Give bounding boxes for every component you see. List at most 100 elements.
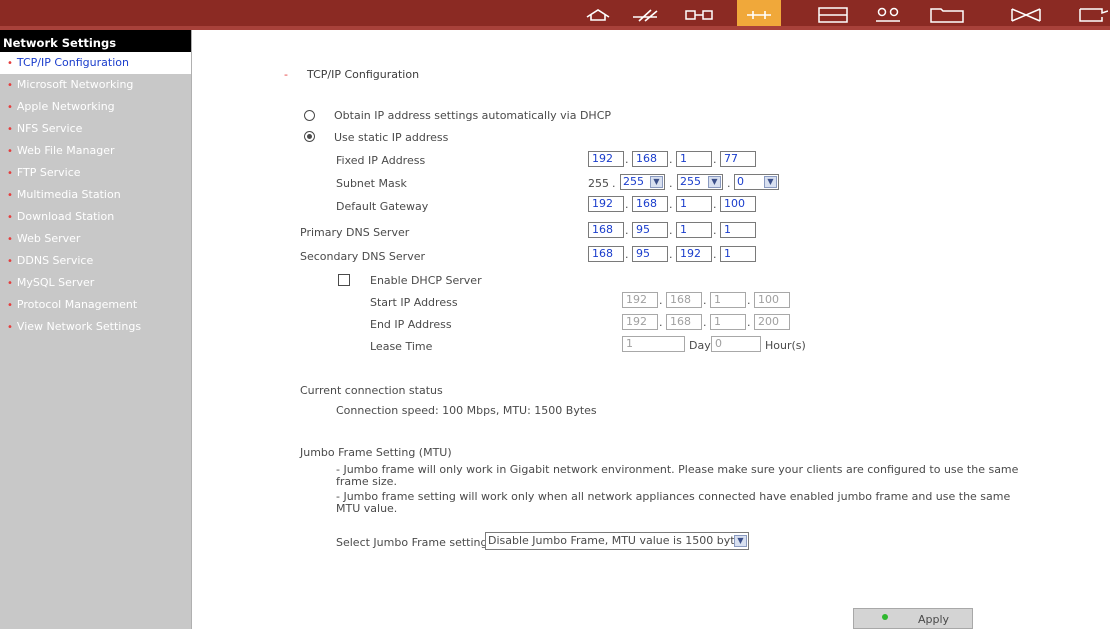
bullet-icon: •	[7, 212, 13, 223]
sidebar-item[interactable]: • Apple Networking	[0, 96, 191, 118]
end-ip-octet-input[interactable]: 1	[710, 314, 746, 330]
bullet-icon: •	[7, 234, 13, 245]
connection-status-title: Current connection status	[300, 384, 443, 397]
jumbo-select-label: Select Jumbo Frame setting:	[336, 536, 492, 549]
sidebar-item-label: Apple Networking	[16, 100, 115, 113]
ip-dot-separator: .	[669, 198, 673, 211]
chevron-down-icon: ▼	[650, 176, 663, 188]
sidebar-item[interactable]: • Multimedia Station	[0, 184, 191, 206]
sidebar-item-label: DDNS Service	[16, 254, 94, 267]
enable-dhcp-checkbox[interactable]	[338, 274, 350, 286]
gateway-octet-input[interactable]: 192	[588, 196, 624, 212]
ip-dot-separator: .	[625, 198, 629, 211]
ip-dot-separator: .	[625, 248, 629, 261]
chevron-down-icon: ▼	[708, 176, 721, 188]
sidebar-title: Network Settings	[0, 30, 191, 52]
bullet-icon: •	[7, 58, 13, 69]
end-ip-octet-input[interactable]: 192	[622, 314, 658, 330]
primary-dns-octet-input[interactable]: 1	[720, 222, 756, 238]
sidebar-item[interactable]: • FTP Service	[0, 162, 191, 184]
sidebar-item[interactable]: • DDNS Service	[0, 250, 191, 272]
secondary-dns-octet-input[interactable]: 168	[588, 246, 624, 262]
sidebar-item[interactable]: • MySQL Server	[0, 272, 191, 294]
subnet-octet-3-select[interactable]: 255 ▼	[677, 174, 723, 190]
ip-dot-separator: .	[669, 153, 673, 166]
sidebar-item[interactable]: • Download Station	[0, 206, 191, 228]
dhcp-radio[interactable]	[304, 110, 315, 121]
apply-button[interactable]: Apply	[853, 608, 973, 629]
secondary-dns-octet-input[interactable]: 1	[720, 246, 756, 262]
subnet-octet-2-value: 255	[623, 175, 644, 188]
bullet-icon: •	[7, 146, 13, 157]
lease-hours-input[interactable]: 0	[711, 336, 761, 352]
start-ip-octet-input[interactable]: 168	[666, 292, 702, 308]
default-gateway-label: Default Gateway	[336, 200, 429, 213]
primary-dns-octet-input[interactable]: 1	[676, 222, 712, 238]
ip-dot-separator: .	[625, 153, 629, 166]
subnet-mask-label: Subnet Mask	[336, 177, 407, 190]
subnet-octet-4-select[interactable]: 0 ▼	[734, 174, 779, 190]
enable-dhcp-label: Enable DHCP Server	[370, 274, 482, 287]
main-content: - TCP/IP Configuration Obtain IP address…	[193, 30, 1110, 629]
ip-dot-separator: .	[659, 294, 663, 307]
lease-time-label: Lease Time	[370, 340, 433, 353]
secondary-dns-octet-input[interactable]: 192	[676, 246, 712, 262]
ip-dot-separator: .	[713, 248, 717, 261]
sidebar-item-label: FTP Service	[16, 166, 81, 179]
bullet-icon: •	[7, 190, 13, 201]
start-ip-octet-input[interactable]: 100	[754, 292, 790, 308]
sidebar-item-label: Download Station	[16, 210, 115, 223]
connection-status-text: Connection speed: 100 Mbps, MTU: 1500 By…	[336, 404, 597, 417]
bullet-icon: •	[7, 256, 13, 267]
sidebar-item-label: View Network Settings	[16, 320, 142, 333]
ip-dot-separator: .	[703, 294, 707, 307]
ip-dot-separator: .	[669, 248, 673, 261]
bullet-icon: •	[7, 300, 13, 311]
subnet-octet-3-value: 255	[680, 175, 701, 188]
ip-dot-separator: .	[669, 224, 673, 237]
sidebar-item-label: Microsoft Networking	[16, 78, 134, 91]
ip-dot-separator: .	[713, 198, 717, 211]
sidebar-item[interactable]: • NFS Service	[0, 118, 191, 140]
gateway-octet-input[interactable]: 168	[632, 196, 668, 212]
ip-dot-separator: .	[747, 316, 751, 329]
sidebar-item-label: Web File Manager	[16, 144, 115, 157]
sidebar-item[interactable]: • Microsoft Networking	[0, 74, 191, 96]
fixed-ip-label: Fixed IP Address	[336, 154, 426, 167]
secondary-dns-octet-input[interactable]: 95	[632, 246, 668, 262]
subnet-octet-2-select[interactable]: 255 ▼	[620, 174, 665, 190]
hours-unit-label: Hour(s)	[765, 339, 806, 352]
start-ip-octet-input[interactable]: 192	[622, 292, 658, 308]
gateway-octet-input[interactable]: 1	[676, 196, 712, 212]
end-ip-octet-input[interactable]: 200	[754, 314, 790, 330]
start-ip-octet-input[interactable]: 1	[710, 292, 746, 308]
sidebar-item-label: Web Server	[16, 232, 81, 245]
sidebar-list: • TCP/IP Configuration • Microsoft Networki…	[0, 52, 191, 338]
primary-dns-label: Primary DNS Server	[300, 226, 410, 239]
end-ip-octet-input[interactable]: 168	[666, 314, 702, 330]
primary-dns-octet-input[interactable]: 95	[632, 222, 668, 238]
fixed-ip-octet-input[interactable]: 168	[632, 151, 668, 167]
start-ip-label: Start IP Address	[370, 296, 458, 309]
fixed-ip-octet-input[interactable]: 192	[588, 151, 624, 167]
static-ip-radio[interactable]	[304, 131, 315, 142]
gateway-octet-input[interactable]: 100	[720, 196, 756, 212]
chevron-down-icon: ▼	[764, 176, 777, 188]
subnet-dot: .	[727, 177, 731, 190]
fixed-ip-octet-input[interactable]: 77	[720, 151, 756, 167]
ip-dot-separator: .	[659, 316, 663, 329]
sidebar-item[interactable]: • Protocol Management	[0, 294, 191, 316]
sidebar-item[interactable]: • View Network Settings	[0, 316, 191, 338]
ip-dot-separator: .	[703, 316, 707, 329]
primary-dns-octet-input[interactable]: 168	[588, 222, 624, 238]
jumbo-frame-select[interactable]: Disable Jumbo Frame, MTU value is 1500 b…	[485, 532, 749, 550]
sidebar-item[interactable]: • TCP/IP Configuration	[0, 52, 191, 74]
jumbo-note-2: - Jumbo frame setting will work only whe…	[336, 490, 1011, 503]
sidebar-item[interactable]: • Web File Manager	[0, 140, 191, 162]
sidebar-item-label: MySQL Server	[16, 276, 95, 289]
sidebar-item[interactable]: • Web Server	[0, 228, 191, 250]
lease-days-input[interactable]: 1	[622, 336, 685, 352]
ip-dot-separator: .	[713, 224, 717, 237]
fixed-ip-octet-input[interactable]: 1	[676, 151, 712, 167]
jumbo-note-2-cont: MTU value.	[336, 502, 398, 515]
